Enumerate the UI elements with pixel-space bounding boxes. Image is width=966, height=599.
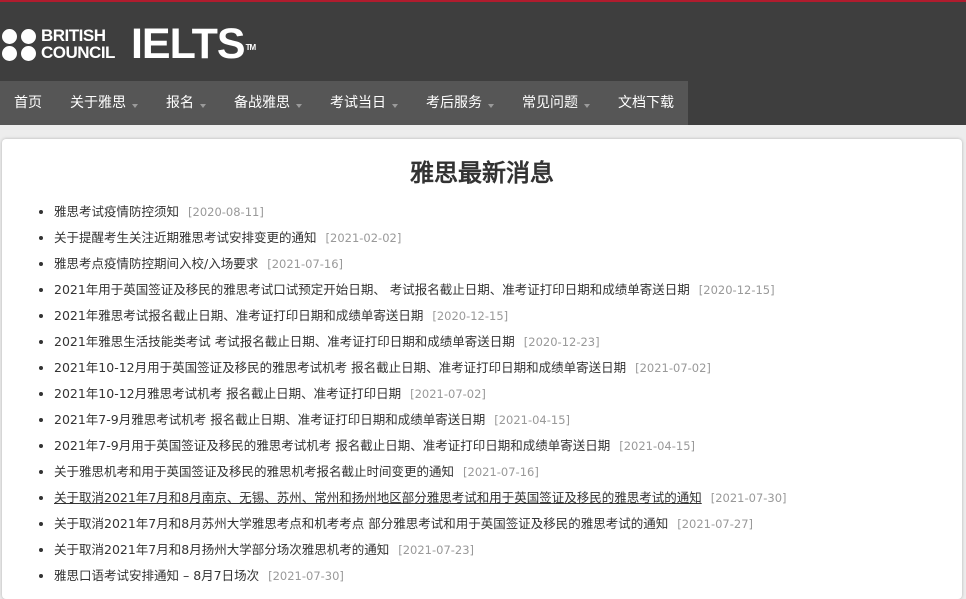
news-link[interactable]: 关于取消2021年7月和8月苏州大学雅思考点和机考考点 部分雅思考试和用于英国签… xyxy=(54,516,668,531)
news-item: 2021年用于英国签证及移民的雅思考试口试预定开始日期、 考试报名截止日期、准考… xyxy=(54,279,787,305)
news-link[interactable]: 关于提醒考生关注近期雅思考试安排变更的通知 xyxy=(54,230,317,245)
news-link[interactable]: 关于取消2021年7月和8月扬州大学部分场次雅思机考的通知 xyxy=(54,542,389,557)
british-council-dots-icon xyxy=(2,26,40,62)
nav-faq[interactable]: 常见问题 xyxy=(508,81,604,125)
nav-prepare[interactable]: 备战雅思 xyxy=(220,81,316,125)
news-date: [2021-07-16] xyxy=(463,465,539,479)
nav-after-test[interactable]: 考后服务 xyxy=(412,81,508,125)
british-council-wordmark: BRITISH COUNCIL xyxy=(41,27,115,61)
news-link[interactable]: 2021年雅思生活技能类考试 考试报名截止日期、准考证打印日期和成绩单寄送日期 xyxy=(54,334,515,349)
nav-label: 备战雅思 xyxy=(234,95,290,111)
news-link[interactable]: 2021年10-12月用于英国签证及移民的雅思考试机考 报名截止日期、准考证打印… xyxy=(54,360,626,375)
news-link[interactable]: 2021年7-9月雅思考试机考 报名截止日期、准考证打印日期和成绩单寄送日期 xyxy=(54,412,485,427)
news-item: 雅思考点疫情防控期间入校/入场要求 [2021-07-16] xyxy=(54,253,787,279)
news-item: 2021年7-9月雅思考试机考 报名截止日期、准考证打印日期和成绩单寄送日期 [2… xyxy=(54,409,787,435)
nav-label: 考试当日 xyxy=(330,95,386,111)
news-item: 关于取消2021年7月和8月南京、无锡、苏州、常州和扬州地区部分雅思考试和用于英… xyxy=(54,487,787,513)
news-date: [2020-08-11] xyxy=(188,205,264,219)
caret-down-icon xyxy=(296,104,302,108)
ielts-text: IELTS xyxy=(130,20,246,68)
news-item: 雅思考试疫情防控须知 [2020-08-11] xyxy=(54,201,787,227)
news-date: [2021-07-30] xyxy=(268,569,344,583)
news-item: 2021年10-12月雅思考试机考 报名截止日期、准考证打印日期 [2021-07… xyxy=(54,383,787,409)
nav-home[interactable]: 首页 xyxy=(0,81,56,125)
council-line: COUNCIL xyxy=(41,43,115,62)
news-link[interactable]: 2021年用于英国签证及移民的雅思考试口试预定开始日期、 考试报名截止日期、准考… xyxy=(54,282,690,297)
nav-label: 关于雅思 xyxy=(70,95,126,111)
nav-test-day[interactable]: 考试当日 xyxy=(316,81,412,125)
news-list: 雅思考试疫情防控须知 [2020-08-11] 关于提醒考生关注近期雅思考试安排变… xyxy=(2,201,787,591)
news-item: 关于取消2021年7月和8月扬州大学部分场次雅思机考的通知 [2021-07-23… xyxy=(54,539,787,565)
nav-about-ielts[interactable]: 关于雅思 xyxy=(56,81,152,125)
caret-down-icon xyxy=(132,104,138,108)
caret-down-icon xyxy=(392,104,398,108)
news-item: 2021年10-12月用于英国签证及移民的雅思考试机考 报名截止日期、准考证打印… xyxy=(54,357,787,383)
news-date: [2021-02-02] xyxy=(325,231,402,245)
news-link[interactable]: 2021年10-12月雅思考试机考 报名截止日期、准考证打印日期 xyxy=(54,386,401,401)
news-item: 关于提醒考生关注近期雅思考试安排变更的通知 [2021-02-02] xyxy=(54,227,787,253)
news-item: 2021年雅思考试报名截止日期、准考证打印日期和成绩单寄送日期 [2020-12-… xyxy=(54,305,787,331)
news-item: 2021年雅思生活技能类考试 考试报名截止日期、准考证打印日期和成绩单寄送日期 [… xyxy=(54,331,787,357)
news-date: [2020-12-15] xyxy=(698,283,775,297)
nav-downloads[interactable]: 文档下载 xyxy=(604,81,688,125)
news-link[interactable]: 雅思口语考试安排通知 – 8月7日场次 xyxy=(54,568,259,583)
news-date: [2021-07-27] xyxy=(677,517,754,531)
news-date: [2021-07-02] xyxy=(635,361,711,375)
news-date: [2020-12-23] xyxy=(523,335,600,349)
news-link[interactable]: 关于雅思机考和用于英国签证及移民的雅思机考报名截止时间变更的通知 xyxy=(54,464,454,479)
ielts-wordmark: IELTSTM xyxy=(130,20,257,68)
news-date: [2020-12-15] xyxy=(432,309,509,323)
news-date: [2021-07-30] xyxy=(710,491,787,505)
nav-label: 首页 xyxy=(14,95,42,111)
news-date: [2021-07-23] xyxy=(398,543,475,557)
nav-label: 文档下载 xyxy=(618,95,674,111)
nav-register[interactable]: 报名 xyxy=(152,81,220,125)
nav-label: 常见问题 xyxy=(522,95,578,111)
nav-label: 报名 xyxy=(166,95,194,111)
news-link[interactable]: 雅思考点疫情防控期间入校/入场要求 xyxy=(54,256,258,271)
news-link[interactable]: 雅思考试疫情防控须知 xyxy=(54,204,179,219)
news-panel: 雅思最新消息 雅思考试疫情防控须知 [2020-08-11] 关于提醒考生关注近期… xyxy=(2,139,962,599)
news-link[interactable]: 2021年雅思考试报名截止日期、准考证打印日期和成绩单寄送日期 xyxy=(54,308,423,323)
british-line: BRITISH xyxy=(41,26,106,45)
news-link-hovered[interactable]: 关于取消2021年7月和8月南京、无锡、苏州、常州和扬州地区部分雅思考试和用于英… xyxy=(54,490,702,505)
caret-down-icon xyxy=(584,104,590,108)
news-date: [2021-04-15] xyxy=(494,413,571,427)
news-item: 关于取消2021年7月和8月苏州大学雅思考点和机考考点 部分雅思考试和用于英国签… xyxy=(54,513,787,539)
news-date: [2021-04-15] xyxy=(619,439,696,453)
news-link[interactable]: 2021年7-9月用于英国签证及移民的雅思考试机考 报名截止日期、准考证打印日期… xyxy=(54,438,610,453)
logo[interactable]: BRITISH COUNCIL IELTSTM xyxy=(0,20,257,68)
news-item: 关于雅思机考和用于英国签证及移民的雅思机考报名截止时间变更的通知 [2021-07… xyxy=(54,461,787,487)
news-item: 2021年7-9月用于英国签证及移民的雅思考试机考 报名截止日期、准考证打印日期… xyxy=(54,435,787,461)
news-date: [2021-07-02] xyxy=(410,387,486,401)
main-nav: 首页 关于雅思 报名 备战雅思 考试当日 考后服务 常见问题 文档下载 xyxy=(0,81,688,125)
news-date: [2021-07-16] xyxy=(267,257,344,271)
caret-down-icon xyxy=(200,104,206,108)
site-header: BRITISH COUNCIL IELTSTM 首页 关于雅思 报名 备战雅思 … xyxy=(0,2,966,125)
caret-down-icon xyxy=(488,104,494,108)
page-title: 雅思最新消息 xyxy=(410,159,554,187)
trademark: TM xyxy=(245,43,257,52)
news-item: 雅思口语考试安排通知 – 8月7日场次 [2021-07-30] xyxy=(54,565,787,591)
nav-label: 考后服务 xyxy=(426,95,482,111)
